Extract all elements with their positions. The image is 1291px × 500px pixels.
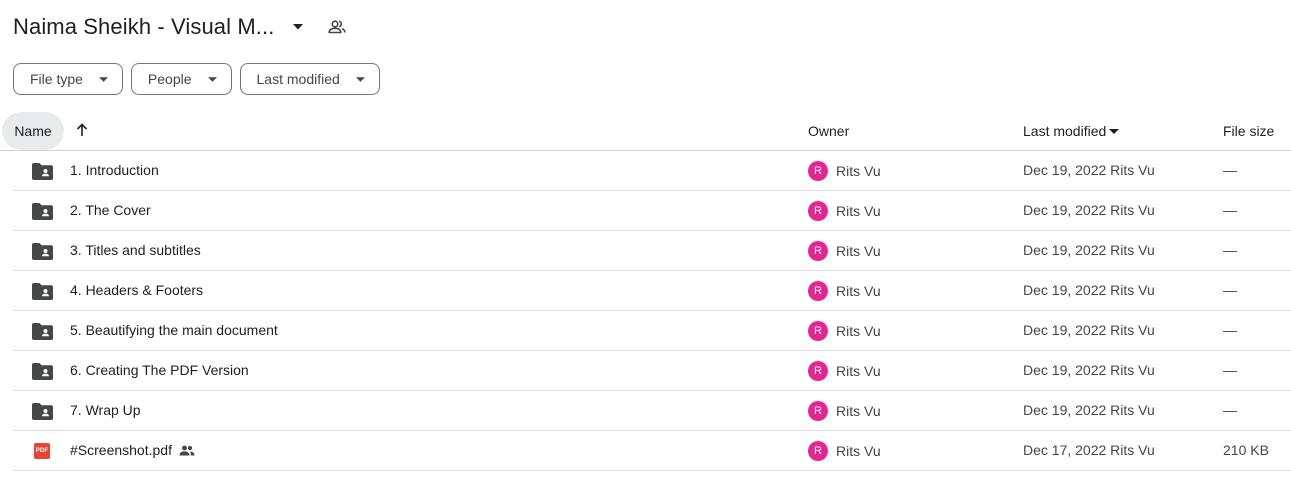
filter-people[interactable]: People (130, 63, 232, 95)
file-row[interactable]: 4. Headers & Footers R Rits Vu Dec 19, 2… (13, 271, 1291, 311)
avatar: R (808, 441, 828, 461)
file-row[interactable]: PDF #Screenshot.pdf R Rits Vu Dec 17, 20… (13, 431, 1291, 471)
owner-name: Rits Vu (836, 363, 881, 379)
file-name-text: 1. Introduction (70, 162, 159, 178)
chevron-down-icon (98, 76, 108, 82)
shared-folder-icon (31, 201, 53, 221)
avatar: R (808, 321, 828, 341)
file-row[interactable]: 2. The Cover R Rits Vu Dec 19, 2022 Rits… (13, 191, 1291, 231)
column-header: Name Owner Last modified File size (0, 111, 1291, 151)
owner-cell: R Rits Vu (808, 361, 881, 381)
avatar: R (808, 361, 828, 381)
file-name: 7. Wrap Up (70, 402, 141, 418)
arrow-up-icon[interactable] (72, 120, 92, 140)
shared-people-icon (179, 445, 195, 456)
file-row[interactable]: 1. Introduction R Rits Vu Dec 19, 2022 R… (13, 151, 1291, 191)
owner-name: Rits Vu (836, 203, 881, 219)
owner-cell: R Rits Vu (808, 401, 881, 421)
filter-file-type[interactable]: File type (13, 63, 123, 95)
file-name-text: 6. Creating The PDF Version (70, 362, 249, 378)
shared-folder-icon (31, 321, 53, 341)
file-size: — (1223, 202, 1237, 218)
avatar: R (808, 281, 828, 301)
file-size: 210 KB (1223, 442, 1269, 458)
shared-folder-icon (31, 281, 53, 301)
avatar: R (808, 401, 828, 421)
avatar: R (808, 161, 828, 181)
file-name: 1. Introduction (70, 162, 159, 178)
pdf-icon: PDF (31, 441, 53, 461)
manage-access-icon[interactable] (326, 16, 348, 38)
file-name: 4. Headers & Footers (70, 282, 203, 298)
file-list: 1. Introduction R Rits Vu Dec 19, 2022 R… (13, 151, 1291, 471)
column-last-modified-label: Last modified (1023, 123, 1107, 139)
modified-date: Dec 19, 2022 Rits Vu (1023, 322, 1155, 338)
filter-last-modified[interactable]: Last modified (239, 63, 380, 95)
modified-date: Dec 19, 2022 Rits Vu (1023, 242, 1155, 258)
filter-label: File type (30, 71, 83, 87)
column-name-header[interactable]: Name (2, 112, 64, 150)
column-file-size-header: File size (1223, 123, 1275, 139)
file-size: — (1223, 242, 1237, 258)
file-name-text: 5. Beautifying the main document (70, 322, 278, 338)
owner-name: Rits Vu (836, 243, 881, 259)
file-size: — (1223, 282, 1237, 298)
file-size: — (1223, 162, 1237, 178)
file-size: — (1223, 362, 1237, 378)
folder-title: Naima Sheikh - Visual M... (13, 14, 275, 39)
filter-label: People (147, 71, 192, 87)
owner-cell: R Rits Vu (808, 281, 881, 301)
modified-date: Dec 19, 2022 Rits Vu (1023, 162, 1155, 178)
file-name-text: 7. Wrap Up (70, 402, 141, 418)
title-dropdown-icon[interactable] (288, 17, 308, 37)
modified-date: Dec 19, 2022 Rits Vu (1023, 362, 1155, 378)
shared-folder-icon (31, 401, 53, 421)
file-name-text: #Screenshot.pdf (70, 442, 172, 458)
file-row[interactable]: 5. Beautifying the main document R Rits … (13, 311, 1291, 351)
filter-bar: File type People Last modified (13, 63, 380, 95)
owner-cell: R Rits Vu (808, 161, 881, 181)
title-row: Naima Sheikh - Visual M... (13, 10, 348, 44)
modified-date: Dec 19, 2022 Rits Vu (1023, 402, 1155, 418)
file-row[interactable]: 3. Titles and subtitles R Rits Vu Dec 19… (13, 231, 1291, 271)
owner-name: Rits Vu (836, 163, 881, 179)
owner-name: Rits Vu (836, 443, 881, 459)
file-row[interactable]: 7. Wrap Up R Rits Vu Dec 19, 2022 Rits V… (13, 391, 1291, 431)
shared-folder-icon (31, 241, 53, 261)
owner-cell: R Rits Vu (808, 441, 881, 461)
owner-cell: R Rits Vu (808, 241, 881, 261)
column-owner-header[interactable]: Owner (808, 123, 849, 139)
file-size: — (1223, 322, 1237, 338)
owner-name: Rits Vu (836, 323, 881, 339)
column-last-modified-header[interactable]: Last modified (1023, 123, 1120, 139)
owner-cell: R Rits Vu (808, 201, 881, 221)
avatar: R (808, 201, 828, 221)
modified-date: Dec 19, 2022 Rits Vu (1023, 202, 1155, 218)
owner-name: Rits Vu (836, 403, 881, 419)
filter-label: Last modified (256, 71, 340, 87)
file-size: — (1223, 402, 1237, 418)
modified-date: Dec 17, 2022 Rits Vu (1023, 442, 1155, 458)
shared-folder-icon (31, 361, 53, 381)
file-name: 3. Titles and subtitles (70, 242, 201, 258)
file-row[interactable]: 6. Creating The PDF Version R Rits Vu De… (13, 351, 1291, 391)
file-name: #Screenshot.pdf (70, 442, 195, 458)
avatar: R (808, 241, 828, 261)
file-name-text: 3. Titles and subtitles (70, 242, 201, 258)
file-name-text: 4. Headers & Footers (70, 282, 204, 298)
file-name: 5. Beautifying the main document (70, 322, 278, 338)
modified-date: Dec 19, 2022 Rits Vu (1023, 282, 1155, 298)
chevron-down-icon (355, 76, 365, 82)
pdf-icon-label: PDF (34, 443, 50, 459)
file-name: 2. The Cover (70, 202, 151, 218)
chevron-down-icon (207, 76, 217, 82)
owner-cell: R Rits Vu (808, 321, 881, 341)
owner-name: Rits Vu (836, 283, 881, 299)
sort-down-icon (1109, 128, 1120, 134)
file-name-text: 2. The Cover (70, 202, 151, 218)
file-name: 6. Creating The PDF Version (70, 362, 249, 378)
shared-folder-icon (31, 161, 53, 181)
